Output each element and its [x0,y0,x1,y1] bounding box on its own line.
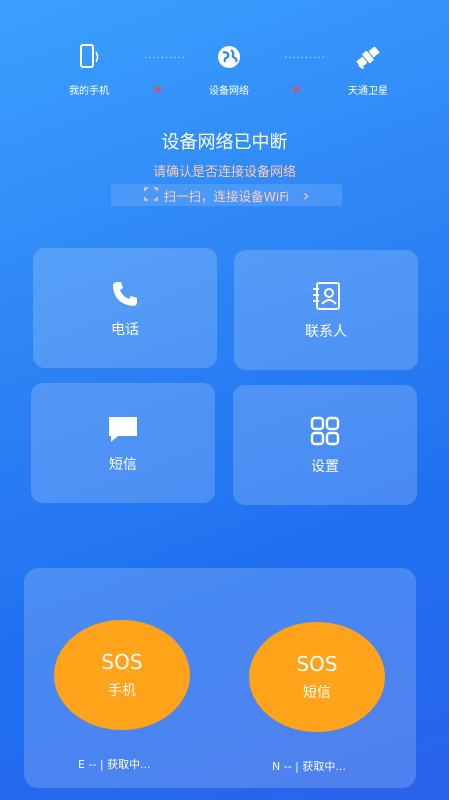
link-dots-right: ·········· [284,53,326,64]
my-phone-node: 我的手机 [44,42,134,97]
sms-label: 短信 [109,457,137,473]
device-network-node: 设备网络 [184,42,274,97]
contacts-card[interactable]: 联系人 [234,250,418,370]
my-phone-label: 我的手机 [69,86,109,97]
message-icon [106,412,140,446]
connection-status: 我的手机 ·········· ✕ 设备网络 ·········· ✕ 天通卫星 [0,42,449,102]
telephone-icon [110,277,140,311]
settings-label: 设置 [311,459,339,475]
grid-apps-icon [310,414,340,448]
satellite-label: 天通卫星 [348,86,388,97]
globe-icon [184,42,274,72]
settings-card[interactable]: 设置 [233,385,417,505]
disconnected-x-icon-right: ✕ [291,83,302,98]
network-disconnected-title: 设备网络已中断 [161,132,288,153]
chevron-right-icon: › [302,185,310,205]
confirm-network-subtitle: 请确认是否连接设备网络 [152,165,296,180]
disconnected-x-icon-left: ✕ [152,83,163,98]
scan-text: 扫一扫，连接设备WiFi [163,188,289,204]
sos-sms-label: 短信 [303,685,331,701]
sos-phone-label: 手机 [108,683,136,699]
sos-sms-title: SOS [296,652,338,676]
scan-icon [143,186,158,204]
satellite-icon [323,42,413,72]
sos-panel: SOS 手机 SOS 短信 E -- | 获取中... N -- | 获取中..… [24,568,416,788]
contacts-label: 联系人 [305,324,347,340]
satellite-node: 天通卫星 [323,42,413,97]
contacts-icon [310,279,342,313]
device-network-label: 设备网络 [209,86,249,97]
scan-connect-wifi-button[interactable]: 扫一扫，连接设备WiFi › [111,184,342,206]
longitude-status: E -- | 获取中... [78,758,151,771]
sos-sms-button[interactable]: SOS 短信 [249,622,385,732]
phone-call-card[interactable]: 电话 [33,248,217,368]
latitude-status: N -- | 获取中... [272,760,346,773]
sms-card[interactable]: 短信 [31,383,215,503]
phone-call-label: 电话 [111,322,139,338]
link-dots-left: ·········· [144,53,186,64]
sos-phone-button[interactable]: SOS 手机 [54,620,190,730]
phone-device-icon [44,42,134,72]
sos-phone-title: SOS [101,650,143,674]
